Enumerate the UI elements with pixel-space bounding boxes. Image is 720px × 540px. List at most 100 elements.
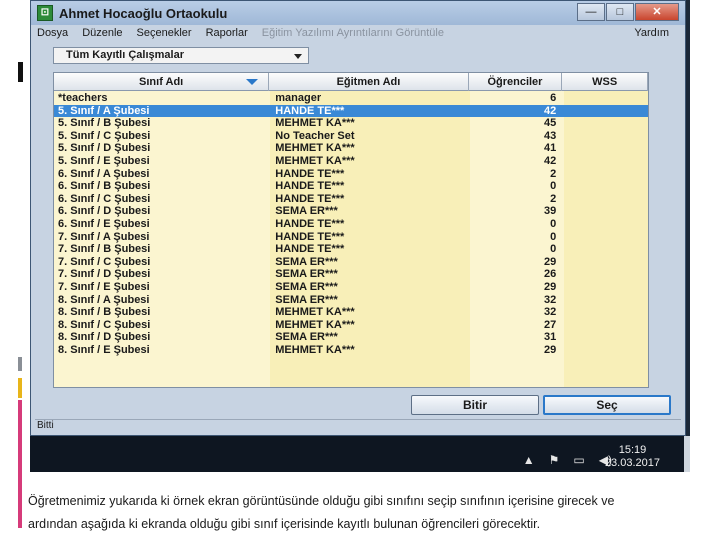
- table-row[interactable]: 5. Sınıf / D Şubesi MEHMET KA*** 41: [54, 142, 648, 155]
- table-row[interactable]: 8. Sınıf / B Şubesi MEHMET KA*** 32: [54, 306, 648, 319]
- class-name-cell: 5. Sınıf / D Şubesi: [58, 142, 151, 155]
- header-wss[interactable]: WSS: [562, 73, 648, 91]
- chevron-down-icon[interactable]: [294, 54, 302, 59]
- slide-marker-black: [18, 62, 23, 82]
- table-row[interactable]: 6. Sınıf / D Şubesi SEMA ER*** 39: [54, 205, 648, 218]
- slide-marker-pink: [18, 400, 22, 528]
- app-icon: ⊡: [37, 5, 53, 21]
- menu-duzenle[interactable]: Düzenle: [82, 27, 122, 43]
- menu-bar: Dosya Düzenle Seçenekler Raporlar Eğitim…: [37, 27, 677, 43]
- table-body: *teachers manager 6 5. Sınıf / A Şubesi HAND…: [54, 92, 648, 356]
- students-cell: 42: [544, 154, 557, 167]
- teacher-name-cell: SEMA ER***: [275, 331, 338, 344]
- table-row[interactable]: 6. Sınıf / B Şubesi HANDE TE*** 0: [54, 180, 648, 193]
- taskbar-clock[interactable]: 15:19 23.03.2017: [605, 444, 660, 470]
- clock-time: 15:19: [618, 444, 647, 456]
- students-cell: 6: [550, 92, 557, 104]
- wss-cell: [562, 319, 648, 332]
- class-name-cell: *teachers: [58, 92, 108, 104]
- select-button[interactable]: Seç: [543, 395, 671, 415]
- table-row[interactable]: 5. Sınıf / E Şubesi MEHMET KA*** 42: [54, 155, 648, 168]
- teacher-name-cell: HANDE TE***: [275, 104, 345, 117]
- students-cell: 42: [544, 104, 557, 117]
- teacher-name-cell: MEHMET KA***: [275, 343, 355, 356]
- teacher-name-cell: HANDE TE***: [275, 243, 345, 256]
- wss-cell: [562, 180, 648, 193]
- students-cell: 45: [544, 117, 557, 130]
- teacher-name-cell: MEHMET KA***: [275, 318, 355, 331]
- students-cell: 0: [550, 230, 557, 243]
- wss-cell: [562, 142, 648, 155]
- table-row[interactable]: 7. Sınıf / C Şubesi SEMA ER*** 29: [54, 256, 648, 269]
- close-button[interactable]: ✕: [635, 3, 679, 21]
- students-cell: 29: [544, 280, 557, 293]
- students-cell: 2: [550, 167, 557, 180]
- maximize-button[interactable]: □: [606, 3, 634, 21]
- system-tray: ▲ ⚑ ▭ ◀): [523, 453, 612, 467]
- class-name-cell: 5. Sınıf / A Şubesi: [58, 104, 150, 117]
- minimize-button[interactable]: —: [577, 3, 605, 21]
- teacher-name-cell: SEMA ER***: [275, 205, 338, 218]
- students-cell: 29: [544, 255, 557, 268]
- class-name-cell: 6. Sınıf / C Şubesi: [58, 192, 151, 205]
- tray-overflow-icon[interactable]: ▲: [523, 453, 535, 467]
- students-cell: 2: [550, 192, 557, 205]
- class-name-cell: 6. Sınıf / D Şubesi: [58, 205, 151, 218]
- table-row[interactable]: 5. Sınıf / A Şubesi HANDE TE*** 42: [54, 104, 648, 118]
- table-row[interactable]: 7. Sınıf / E Şubesi SEMA ER*** 29: [54, 281, 648, 294]
- tray-network-icon[interactable]: ▭: [573, 453, 584, 467]
- table-row[interactable]: 7. Sınıf / B Şubesi HANDE TE*** 0: [54, 243, 648, 256]
- students-cell: 39: [544, 205, 557, 218]
- teacher-name-cell: MEHMET KA***: [275, 154, 355, 167]
- window-controls: — □ ✕: [576, 3, 679, 21]
- teacher-name-cell: HANDE TE***: [275, 192, 345, 205]
- slide-caption: Öğretmenimiz yukarıda ki örnek ekran gör…: [28, 490, 718, 536]
- class-name-cell: 6. Sınıf / A Şubesi: [58, 167, 150, 180]
- slide-marker-yellow: [18, 378, 22, 398]
- caption-line-1: Öğretmenimiz yukarıda ki örnek ekran gör…: [28, 494, 615, 508]
- wss-cell: [562, 331, 648, 344]
- students-cell: 29: [544, 343, 557, 356]
- title-bar[interactable]: ⊡ Ahmet Hocaoğlu Ortaokulu — □ ✕: [31, 1, 685, 25]
- class-name-cell: 7. Sınıf / D Şubesi: [58, 268, 151, 281]
- wss-cell: [562, 218, 648, 231]
- wss-cell: [562, 294, 648, 307]
- wss-cell: [562, 281, 648, 294]
- menu-secenekler[interactable]: Seçenekler: [137, 27, 192, 43]
- header-teacher-name[interactable]: Eğitmen Adı: [269, 73, 469, 91]
- table-row[interactable]: 6. Sınıf / E Şubesi HANDE TE*** 0: [54, 218, 648, 231]
- table-row[interactable]: 8. Sınıf / C Şubesi MEHMET KA*** 27: [54, 319, 648, 332]
- table-row[interactable]: *teachers manager 6: [54, 92, 648, 105]
- menu-yardim[interactable]: Yardım: [634, 27, 669, 43]
- teacher-name-cell: HANDE TE***: [275, 217, 345, 230]
- tray-flag-icon[interactable]: ⚑: [549, 453, 560, 467]
- table-row[interactable]: 6. Sınıf / A Şubesi HANDE TE*** 2: [54, 168, 648, 181]
- table-row[interactable]: 5. Sınıf / C Şubesi No Teacher Set 43: [54, 130, 648, 143]
- class-name-cell: 5. Sınıf / B Şubesi: [58, 117, 151, 130]
- class-name-cell: 7. Sınıf / E Şubesi: [58, 280, 150, 293]
- students-cell: 43: [544, 129, 557, 142]
- wss-cell: [562, 306, 648, 319]
- header-students[interactable]: Öğrenciler: [469, 73, 563, 91]
- table-row[interactable]: 8. Sınıf / A Şubesi SEMA ER*** 32: [54, 294, 648, 307]
- menu-dosya[interactable]: Dosya: [37, 27, 68, 43]
- students-cell: 26: [544, 268, 557, 281]
- sort-descending-icon: [246, 79, 259, 85]
- wss-cell: [562, 168, 648, 181]
- finish-button[interactable]: Bitir: [411, 395, 539, 415]
- header-class-name[interactable]: Sınıf Adı: [54, 73, 270, 91]
- class-filter-select[interactable]: Tüm Kayıtlı Çalışmalar: [53, 47, 309, 64]
- class-name-cell: 7. Sınıf / A Şubesi: [58, 230, 150, 243]
- class-name-cell: 5. Sınıf / C Şubesi: [58, 129, 151, 142]
- table-row[interactable]: 8. Sınıf / E Şubesi MEHMET KA*** 29: [54, 344, 648, 357]
- table-row[interactable]: 6. Sınıf / C Şubesi HANDE TE*** 2: [54, 193, 648, 206]
- menu-raporlar[interactable]: Raporlar: [206, 27, 248, 43]
- teacher-name-cell: MEHMET KA***: [275, 142, 355, 155]
- table-row[interactable]: 8. Sınıf / D Şubesi SEMA ER*** 31: [54, 331, 648, 344]
- students-cell: 0: [550, 180, 557, 193]
- table-row[interactable]: 7. Sınıf / A Şubesi HANDE TE*** 0: [54, 231, 648, 244]
- table-row[interactable]: 7. Sınıf / D Şubesi SEMA ER*** 26: [54, 268, 648, 281]
- teacher-name-cell: SEMA ER***: [275, 268, 338, 281]
- table-row[interactable]: 5. Sınıf / B Şubesi MEHMET KA*** 45: [54, 117, 648, 130]
- wss-cell: [562, 92, 648, 105]
